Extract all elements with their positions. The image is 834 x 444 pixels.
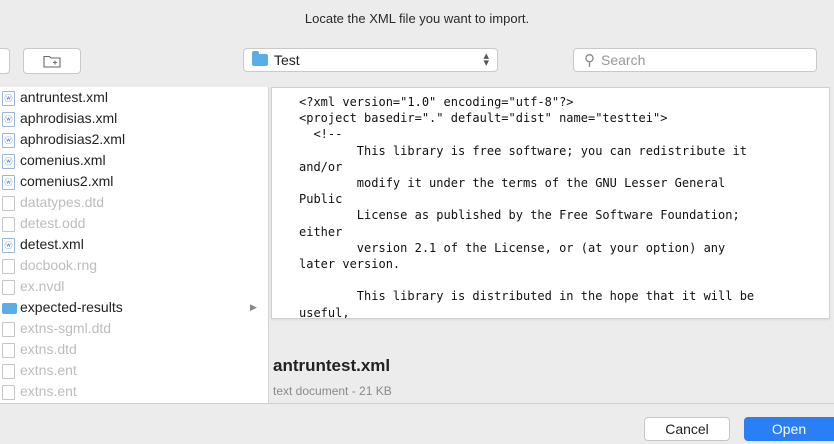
file-name: aphrodisias2.xml [20, 131, 126, 147]
file-name: extns-sgml.dtd [20, 320, 112, 336]
popup-arrows-icon: ▴ ▾ [483, 50, 489, 69]
file-name: docbook.rng [20, 257, 98, 273]
file-row[interactable]: ⓦ detest.xml [0, 234, 268, 255]
dialog-title: Locate the XML file you want to import. [304, 11, 530, 26]
file-list[interactable]: ⓦ antruntest.xml ⓦ aphrodisias.xml ⓦ aphrodis… [0, 87, 269, 403]
search-icon: ⚲ [584, 52, 595, 69]
file-row[interactable]: docbook.rng [0, 255, 268, 276]
folder-icon [2, 303, 17, 314]
file-icon [2, 364, 15, 379]
file-name: comenius.xml [20, 152, 106, 168]
location-popup[interactable]: Test ▴ ▾ [243, 48, 498, 72]
file-preview: <?xml version="1.0" encoding="utf-8"?> <… [271, 87, 830, 319]
location-label: Test [274, 52, 300, 68]
file-name: ex.nvdl [20, 278, 65, 294]
file-icon [2, 280, 15, 295]
selected-file-meta: text document - 21 KB [273, 384, 392, 398]
file-icon [2, 343, 15, 358]
new-folder-icon [43, 55, 61, 68]
file-name: comenius2.xml [20, 173, 114, 189]
file-icon [2, 259, 15, 274]
file-icon [2, 217, 15, 232]
file-name: detest.odd [20, 215, 86, 231]
file-row[interactable]: extns-sgml.dtd [0, 318, 268, 339]
file-row[interactable]: ⓦ aphrodisias.xml [0, 108, 268, 129]
xml-file-icon: ⓦ [2, 133, 15, 148]
xml-file-icon: ⓦ [2, 238, 15, 253]
file-icon [2, 385, 15, 400]
file-row[interactable]: ⓦ comenius.xml [0, 150, 268, 171]
search-field[interactable]: ⚲ Search [573, 48, 817, 72]
cancel-button[interactable]: Cancel [644, 417, 730, 441]
toolbar: Test ▴ ▾ ⚲ Search [0, 38, 834, 84]
xml-file-icon: ⓦ [2, 154, 15, 169]
file-row[interactable]: datatypes.dtd [0, 192, 268, 213]
new-folder-button[interactable] [23, 48, 81, 74]
file-name: antruntest.xml [20, 89, 108, 105]
file-row[interactable]: detest.odd [0, 213, 268, 234]
view-toggle-button[interactable] [0, 48, 10, 74]
chevron-right-icon: ▶ [250, 302, 257, 312]
file-icon [2, 196, 15, 211]
file-name: aphrodisias.xml [20, 110, 118, 126]
file-name: extns.ent [20, 383, 77, 399]
file-name: extns.ent [20, 362, 77, 378]
file-row[interactable]: ⓦ aphrodisias2.xml [0, 129, 268, 150]
open-button[interactable]: Open [744, 417, 834, 441]
folder-row[interactable]: expected-results ▶ [0, 297, 268, 318]
selected-file-name: antruntest.xml [273, 356, 391, 375]
xml-file-icon: ⓦ [2, 112, 15, 127]
xml-file-icon: ⓦ [2, 91, 15, 106]
preview-text: <?xml version="1.0" encoding="utf-8"?> <… [299, 95, 755, 319]
file-row[interactable]: ⓦ antruntest.xml [0, 87, 268, 108]
file-row[interactable]: extns.ent [0, 381, 268, 402]
search-placeholder: Search [601, 52, 646, 68]
button-bar: Cancel Open [0, 403, 834, 444]
file-name: detest.xml [20, 236, 84, 252]
file-icon [2, 322, 15, 337]
file-name: datatypes.dtd [20, 194, 105, 210]
file-row[interactable]: ex.nvdl [0, 276, 268, 297]
file-row[interactable]: ⓦ comenius2.xml [0, 171, 268, 192]
file-name: expected-results [20, 299, 123, 315]
file-name: extns.dtd [20, 341, 77, 357]
file-row[interactable]: extns.dtd [0, 339, 268, 360]
file-row[interactable]: extns.ent [0, 360, 268, 381]
xml-file-icon: ⓦ [2, 175, 15, 190]
folder-icon [252, 51, 268, 66]
